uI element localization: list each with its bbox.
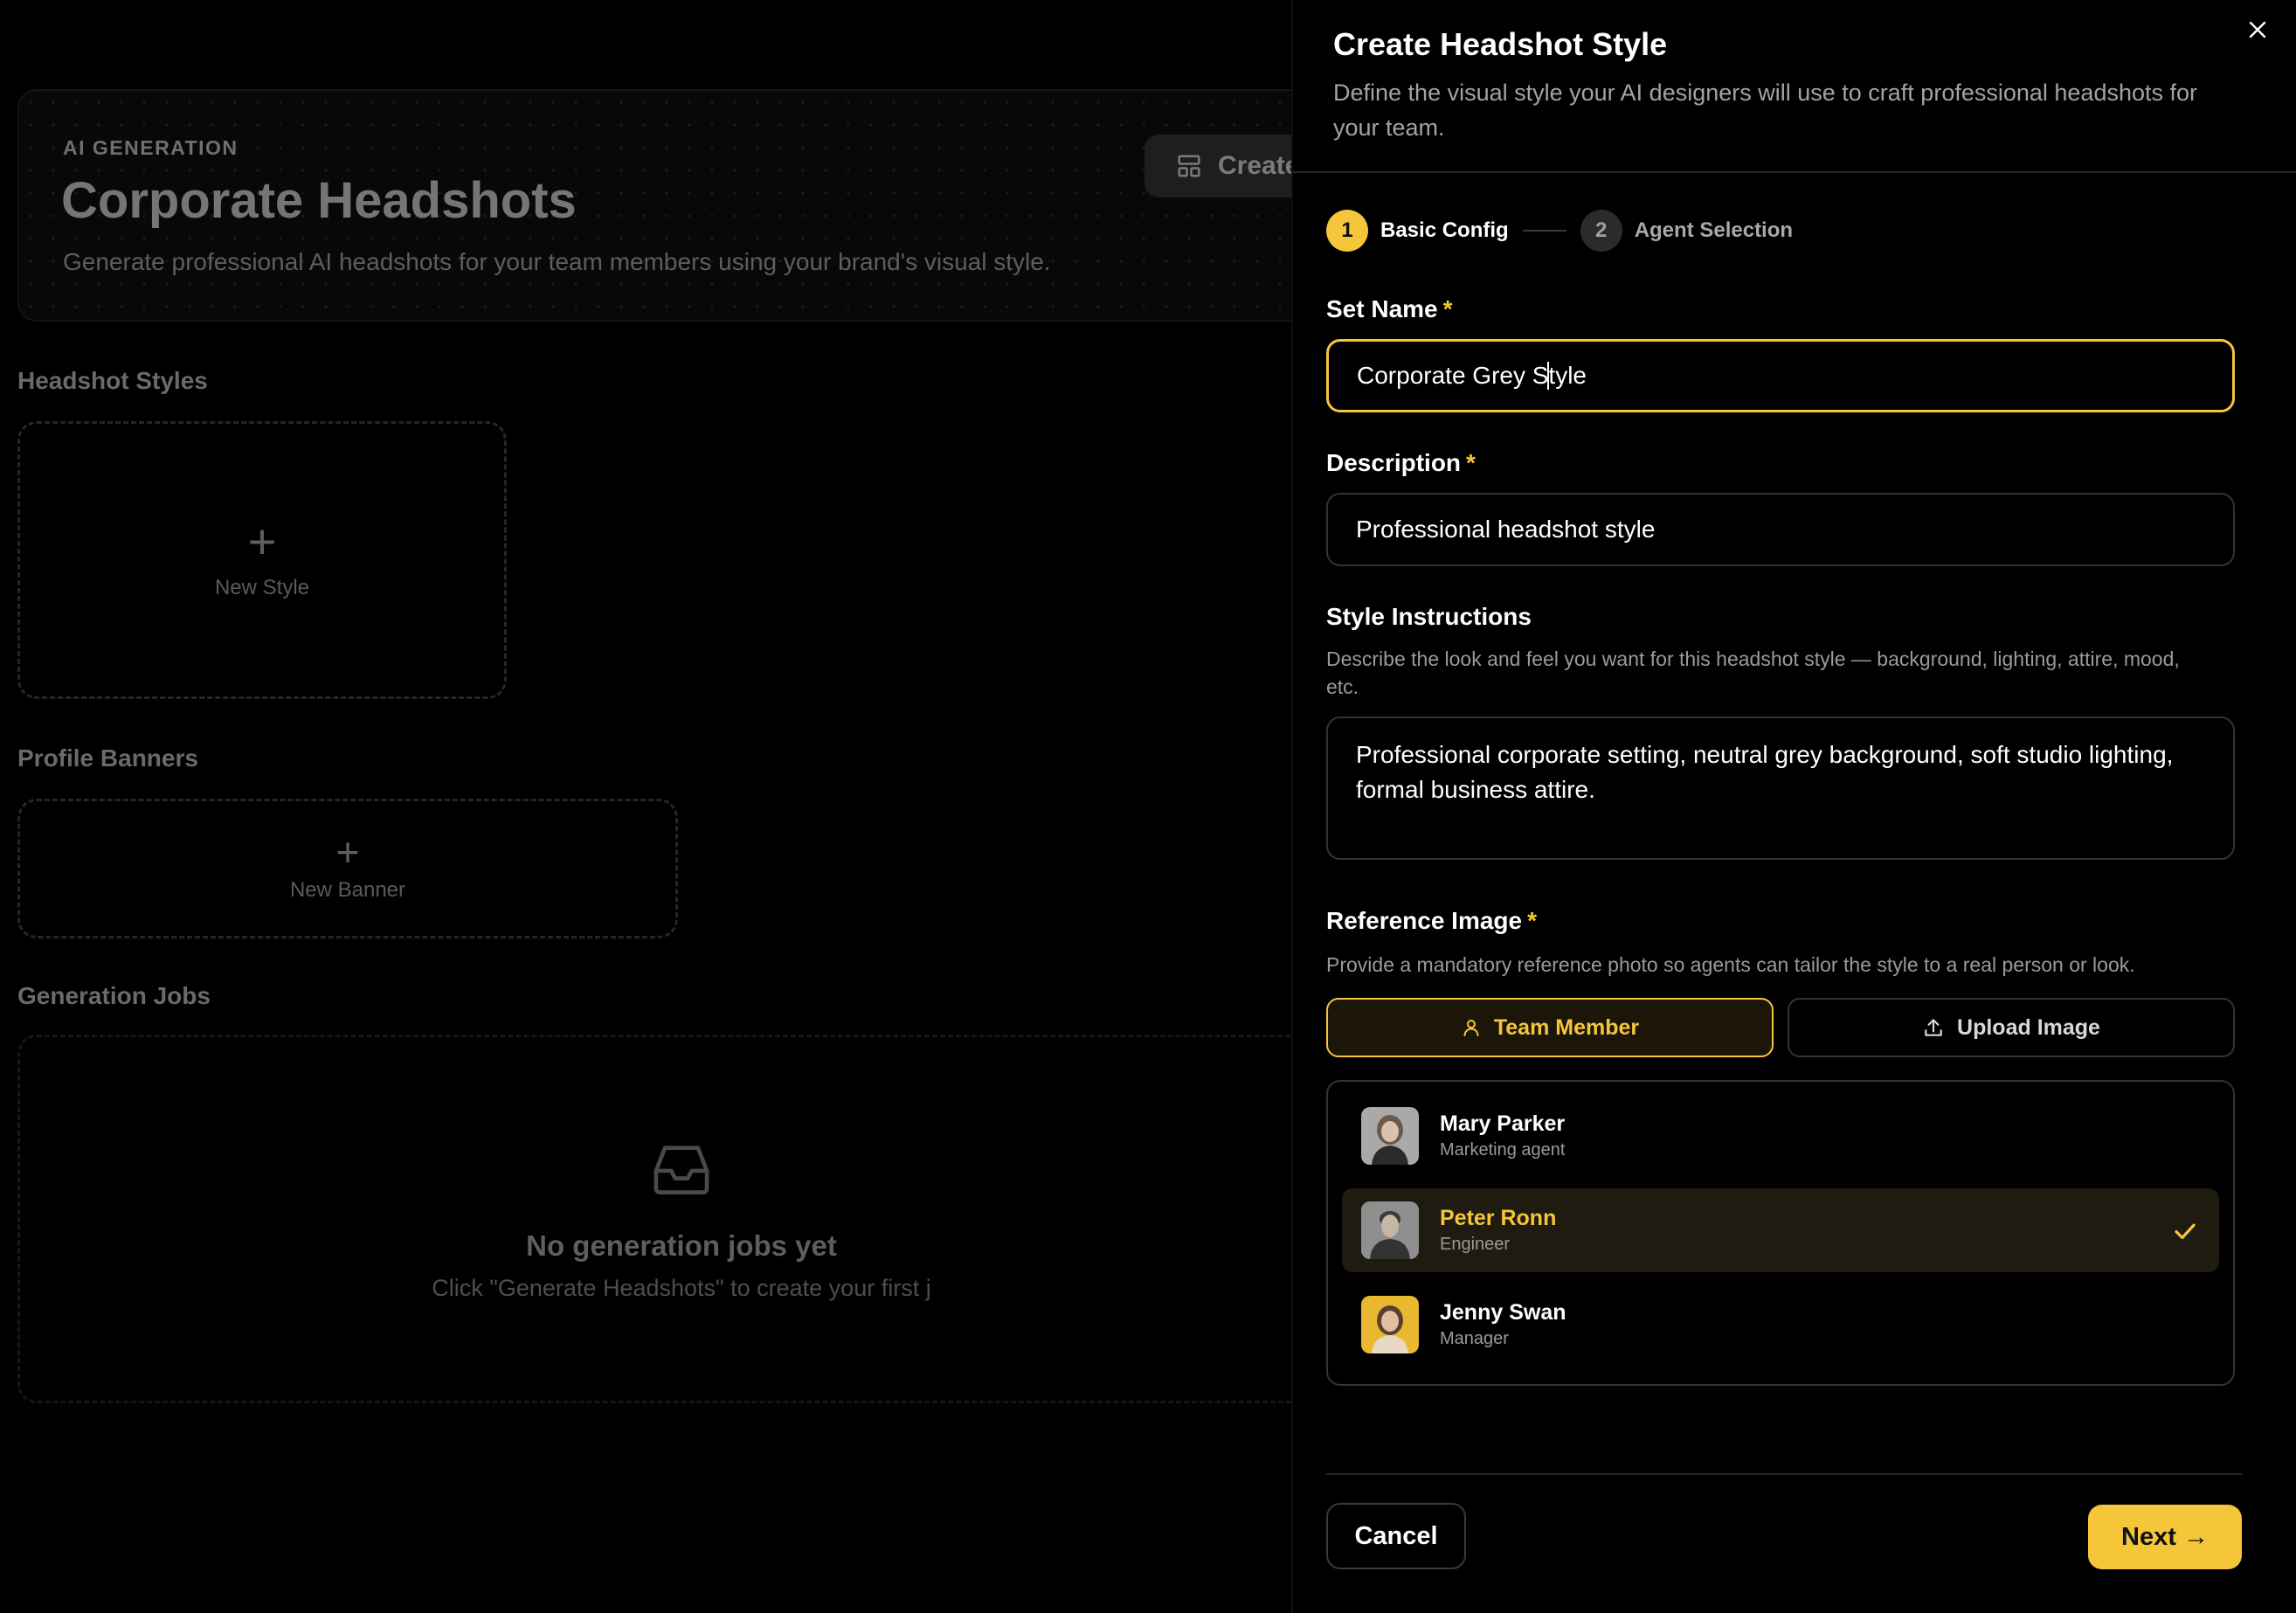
drawer-title: Create Headshot Style xyxy=(1333,26,1668,62)
plus-icon: + xyxy=(247,514,277,569)
hero-eyebrow: AI GENERATION xyxy=(63,136,239,159)
step-1-number: 1 xyxy=(1326,210,1368,252)
generation-jobs-empty: No generation jobs yet Click "Generate H… xyxy=(17,1035,1291,1403)
member-role: Marketing agent xyxy=(1440,1140,1566,1160)
new-style-card[interactable]: + New Style xyxy=(17,421,507,699)
inbox-icon xyxy=(654,1146,709,1194)
style-instructions-help: Describe the look and feel you want for … xyxy=(1326,647,2180,698)
avatar xyxy=(1361,1296,1419,1353)
description-input[interactable]: Professional headshot style xyxy=(1326,493,2235,566)
list-item[interactable]: Peter Ronn Engineer xyxy=(1342,1188,2219,1272)
description-label: Description * xyxy=(1326,449,1476,477)
empty-state-title: No generation jobs yet xyxy=(526,1229,837,1262)
section-generation-jobs: Generation Jobs xyxy=(17,982,211,1009)
create-button[interactable]: Create xyxy=(1145,135,1291,197)
upload-image-toggle[interactable]: Upload Image xyxy=(1788,998,2235,1057)
avatar xyxy=(1361,1107,1419,1165)
team-member-list: Mary Parker Marketing agent Peter Ronn E… xyxy=(1326,1080,2235,1386)
create-style-drawer: Create Headshot Style Define the visual … xyxy=(1291,0,2296,1613)
upload-image-toggle-label: Upload Image xyxy=(1957,1014,2100,1040)
drawer-subtitle: Define the visual style your AI designer… xyxy=(1333,80,2198,141)
required-mark: * xyxy=(1466,449,1476,476)
plus-icon: + xyxy=(335,829,360,875)
set-name-value-start: Corporate Grey S xyxy=(1357,362,1549,389)
new-banner-label: New Banner xyxy=(289,878,406,902)
set-name-label-text: Set Name xyxy=(1326,295,1438,322)
member-role: Engineer xyxy=(1440,1235,1511,1254)
step-1-label[interactable]: Basic Config xyxy=(1380,218,1509,243)
divider xyxy=(1293,171,2296,173)
page-title: Corporate Headshots xyxy=(61,172,577,229)
background-page: AI GENERATION Corporate Headshots Genera… xyxy=(0,0,1291,1613)
close-button[interactable] xyxy=(2240,12,2275,47)
list-item[interactable]: Jenny Swan Manager xyxy=(1342,1283,2219,1367)
description-label-text: Description xyxy=(1326,449,1462,476)
set-name-input[interactable]: Corporate Grey Style xyxy=(1326,339,2235,412)
section-profile-banners: Profile Banners xyxy=(17,744,198,772)
member-name: Jenny Swan xyxy=(1440,1300,1566,1325)
upload-icon xyxy=(1925,1019,1942,1036)
stepper: 1 Basic Config 2 Agent Selection xyxy=(1326,208,1793,253)
member-role: Manager xyxy=(1440,1329,1509,1348)
step-2-label[interactable]: Agent Selection xyxy=(1635,218,1793,243)
user-icon xyxy=(1463,1020,1479,1036)
section-headshot-styles: Headshot Styles xyxy=(17,367,208,394)
new-style-label: New Style xyxy=(214,576,310,599)
required-mark: * xyxy=(1442,295,1453,322)
footer-divider xyxy=(1326,1473,2242,1475)
required-mark: * xyxy=(1527,907,1538,934)
next-button[interactable]: Next → xyxy=(2088,1505,2242,1569)
reference-image-help: Provide a mandatory reference photo so a… xyxy=(1326,953,2135,976)
cancel-button[interactable]: Cancel xyxy=(1326,1503,1466,1569)
step-2-number: 2 xyxy=(1580,210,1622,252)
reference-image-label-text: Reference Image xyxy=(1326,907,1523,934)
avatar xyxy=(1361,1201,1419,1259)
style-instructions-textarea[interactable]: Professional corporate setting, neutral … xyxy=(1326,717,2235,860)
list-item[interactable]: Mary Parker Marketing agent xyxy=(1342,1094,2219,1178)
reference-image-label: Reference Image * xyxy=(1326,907,1537,935)
page-subtitle: Generate professional AI headshots for y… xyxy=(63,248,1051,275)
member-name: Peter Ronn xyxy=(1440,1206,1557,1230)
set-name-label: Set Name * xyxy=(1326,295,1453,323)
team-member-toggle-label: Team Member xyxy=(1493,1014,1640,1040)
close-icon xyxy=(2249,21,2266,38)
team-member-toggle[interactable]: Team Member xyxy=(1326,998,1774,1057)
hero-card: AI GENERATION Corporate Headshots Genera… xyxy=(17,89,1291,322)
step-connector xyxy=(1522,230,1566,232)
description-value: Professional headshot style xyxy=(1356,516,1656,543)
style-instructions-label: Style Instructions xyxy=(1326,603,1532,630)
layout-icon xyxy=(1178,155,1200,177)
new-banner-card[interactable]: + New Banner xyxy=(17,799,678,938)
create-button-label: Create xyxy=(1218,151,1291,180)
check-icon xyxy=(2175,1223,2196,1240)
member-name: Mary Parker xyxy=(1440,1111,1566,1136)
empty-state-subtitle: Click "Generate Headshots" to create you… xyxy=(432,1275,931,1301)
set-name-value-end: tyle xyxy=(1548,362,1587,389)
